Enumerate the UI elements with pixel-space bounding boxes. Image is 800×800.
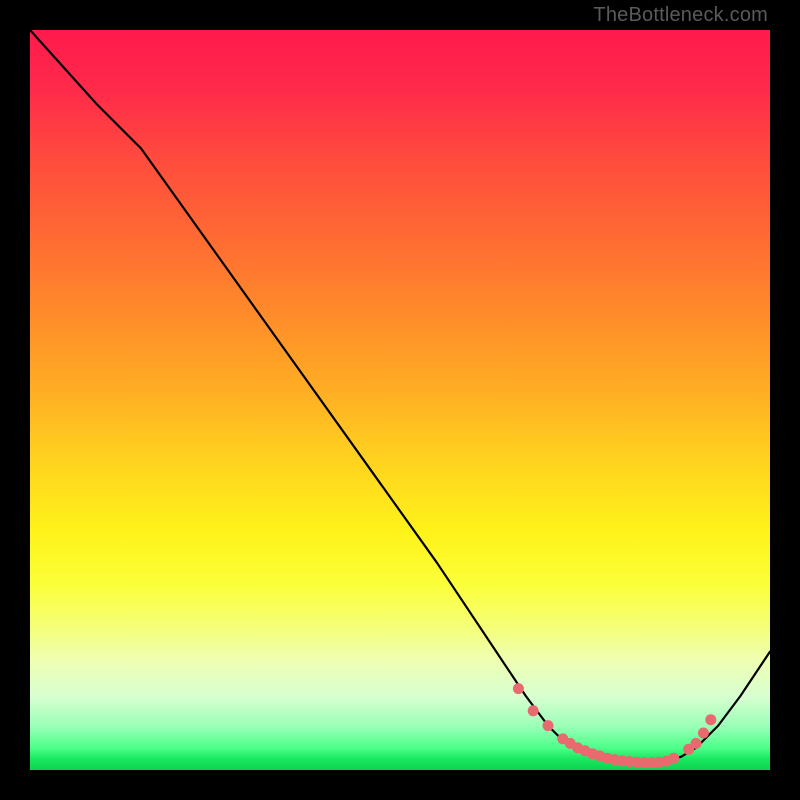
highlight-dot (691, 738, 702, 749)
highlight-dots (513, 683, 716, 768)
chart-svg (30, 30, 770, 770)
plot-area (30, 30, 770, 770)
chart-frame: TheBottleneck.com (0, 0, 800, 800)
highlight-dot (543, 720, 554, 731)
highlight-dot (528, 705, 539, 716)
highlight-dot (513, 683, 524, 694)
bottleneck-curve (30, 30, 770, 763)
highlight-dot (705, 714, 716, 725)
highlight-dot (698, 728, 709, 739)
highlight-dot (668, 753, 679, 764)
watermark-text: TheBottleneck.com (593, 4, 768, 27)
